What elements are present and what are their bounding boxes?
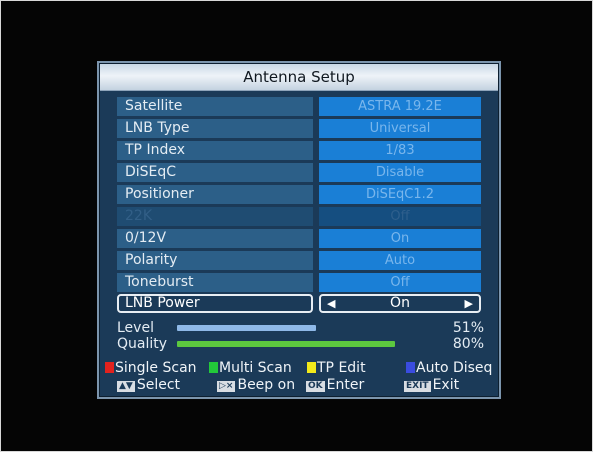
- menu-row-lnb-power[interactable]: LNB Power On ◀ ▶: [117, 294, 483, 313]
- row-label: Toneburst: [117, 273, 313, 292]
- row-label: Satellite: [117, 97, 313, 116]
- row-label: LNB Type: [117, 119, 313, 138]
- row-label: TP Index: [117, 141, 313, 160]
- menu-row-satellite[interactable]: Satellite ASTRA 19.2E: [117, 97, 483, 116]
- menu-row-polarity[interactable]: Polarity Auto: [117, 251, 483, 270]
- enter-label: Enter: [326, 377, 365, 393]
- single-scan-label: Single Scan: [115, 360, 197, 376]
- row-value-text: On: [390, 231, 410, 246]
- row-label: 0/12V: [117, 229, 313, 248]
- beep-label: Beep on: [237, 377, 296, 393]
- row-value[interactable]: Universal: [319, 119, 481, 138]
- legend-exit[interactable]: EXIT Exit: [404, 377, 459, 393]
- row-value-text: Off: [390, 209, 410, 224]
- legend-auto-diseq[interactable]: Auto Diseq: [406, 360, 492, 376]
- select-label: Select: [136, 377, 181, 393]
- multi-scan-label: Multi Scan: [219, 360, 292, 376]
- yellow-key-icon: [307, 362, 316, 373]
- row-value[interactable]: Disable: [319, 163, 481, 182]
- row-value-text: Universal: [369, 121, 431, 136]
- menu-row-tp-index[interactable]: TP Index 1/83: [117, 141, 483, 160]
- tp-edit-label: TP Edit: [317, 360, 366, 376]
- up-down-key-icon: ▲▼: [117, 381, 135, 392]
- quality-bar-fill: [177, 341, 395, 347]
- row-value-text: Off: [390, 275, 410, 290]
- quality-bar: [177, 341, 449, 347]
- legend-multi-scan[interactable]: Multi Scan: [209, 360, 292, 376]
- row-value[interactable]: ASTRA 19.2E: [319, 97, 481, 116]
- row-value[interactable]: 1/83: [319, 141, 481, 160]
- menu-row-toneburst[interactable]: Toneburst Off: [117, 273, 483, 292]
- left-arrow-icon[interactable]: ◀: [327, 296, 335, 311]
- menu-row-22k[interactable]: 22K Off: [117, 207, 483, 226]
- quality-label: Quality: [117, 336, 168, 352]
- legend-single-scan[interactable]: Single Scan: [105, 360, 197, 376]
- legend-tp-edit[interactable]: TP Edit: [307, 360, 366, 376]
- row-value-text: ASTRA 19.2E: [358, 99, 442, 114]
- row-value[interactable]: Auto: [319, 251, 481, 270]
- legend-enter[interactable]: OK Enter: [306, 377, 364, 393]
- row-label: 22K: [117, 207, 313, 226]
- row-value-text: 1/83: [385, 143, 415, 158]
- row-value-text: On: [390, 295, 410, 311]
- ok-key-icon: OK: [306, 381, 325, 392]
- level-bar-fill: [177, 325, 316, 331]
- row-value[interactable]: DiSEqC1.2: [319, 185, 481, 204]
- row-value-text: DiSEqC1.2: [365, 187, 435, 202]
- row-value[interactable]: Off: [319, 273, 481, 292]
- green-key-icon: [209, 362, 218, 373]
- exit-label: Exit: [432, 377, 460, 393]
- row-label: LNB Power: [117, 294, 313, 313]
- right-arrow-icon[interactable]: ▶: [465, 296, 473, 311]
- panel-title: Antenna Setup: [100, 64, 498, 91]
- row-value-text: Auto: [384, 253, 416, 268]
- menu-row-0-12v[interactable]: 0/12V On: [117, 229, 483, 248]
- row-value[interactable]: On: [319, 229, 481, 248]
- row-label: DiSEqC: [117, 163, 313, 182]
- exit-key-icon: EXIT: [404, 381, 431, 392]
- menu-row-lnb-type[interactable]: LNB Type Universal: [117, 119, 483, 138]
- row-label: Polarity: [117, 251, 313, 270]
- row-label: Positioner: [117, 185, 313, 204]
- level-percent: 51%: [452, 320, 484, 336]
- menu-row-positioner[interactable]: Positioner DiSEqC1.2: [117, 185, 483, 204]
- red-key-icon: [105, 362, 114, 373]
- row-value[interactable]: Off: [319, 207, 481, 226]
- menu-row-diseqc[interactable]: DiSEqC Disable: [117, 163, 483, 182]
- level-label: Level: [117, 320, 154, 336]
- blue-key-icon: [406, 362, 415, 373]
- legend-select[interactable]: ▲▼ Select: [117, 377, 180, 393]
- row-value-text: Disable: [375, 165, 425, 180]
- legend-beep[interactable]: ▷× Beep on: [217, 377, 295, 393]
- mute-key-icon: ▷×: [217, 381, 236, 392]
- quality-percent: 80%: [452, 336, 484, 352]
- auto-diseq-label: Auto Diseq: [416, 360, 493, 376]
- row-value[interactable]: On ◀ ▶: [319, 294, 481, 313]
- level-bar: [177, 325, 449, 331]
